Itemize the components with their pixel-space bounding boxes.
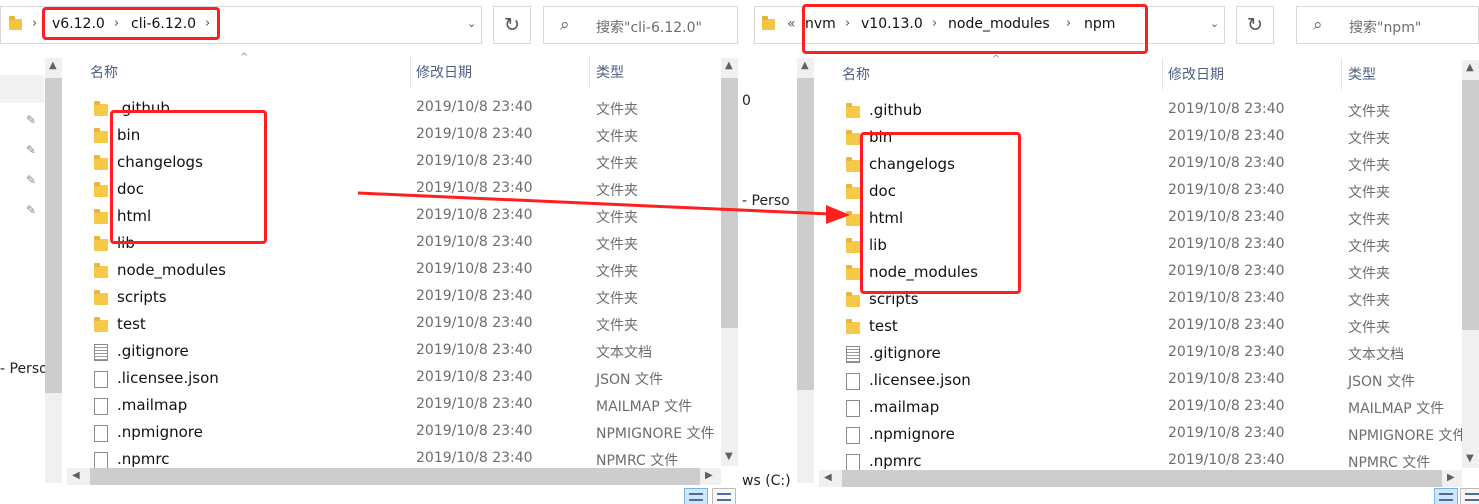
annotation-arrow: [357, 191, 850, 224]
annotation-arrow-line: [357, 191, 831, 216]
annotation-arrow-head: [826, 205, 850, 224]
